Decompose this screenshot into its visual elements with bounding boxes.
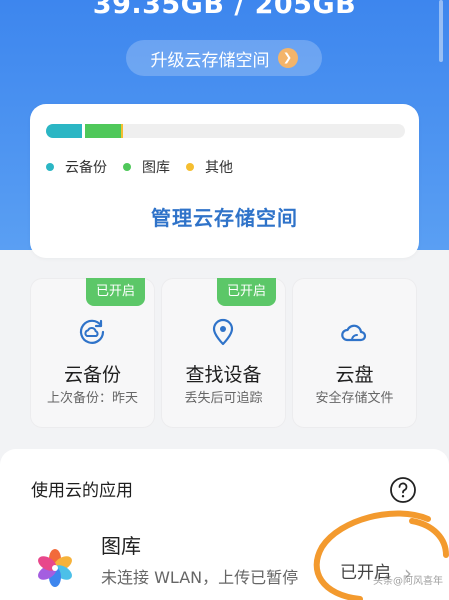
legend-label-gallery: 图库	[142, 160, 170, 176]
upgrade-storage-button[interactable]: 升级云存储空间 ❯	[126, 40, 322, 76]
chevron-right-icon: ›	[404, 561, 412, 585]
service-title: 云盘	[335, 364, 374, 386]
legend-item-gallery: 图库	[123, 157, 170, 177]
service-subtitle: 丢失后可追踪	[184, 391, 263, 406]
app-description: 未连接 WLAN，上传已暂停	[101, 568, 299, 587]
legend-item-other: 其他	[186, 157, 233, 177]
legend-dot-gallery	[123, 163, 131, 171]
storage-legend: 云备份 图库 其他	[46, 156, 233, 178]
storage-card: 云备份 图库 其他 管理云存储空间	[30, 104, 419, 258]
cloud-drive-icon	[341, 324, 367, 342]
chevron-right-icon: ❯	[277, 48, 298, 68]
service-badge-enabled: 已开启	[217, 278, 276, 306]
manage-storage-link[interactable]: 管理云存储空间	[30, 204, 419, 232]
usage-segment-backup	[46, 124, 82, 138]
legend-dot-backup	[46, 163, 54, 171]
legend-label-backup: 云备份	[65, 160, 107, 176]
app-title: 图库	[101, 534, 141, 558]
app-status: 已开启	[340, 563, 391, 583]
storage-usage-text: 39.35GB / 205GB	[92, 0, 357, 20]
legend-label-other: 其他	[205, 160, 233, 176]
section-title: 使用云的应用	[31, 481, 133, 501]
service-title: 云备份	[63, 364, 121, 386]
service-subtitle: 安全存储文件	[315, 391, 394, 406]
service-title: 查找设备	[185, 364, 262, 386]
service-badge-enabled: 已开启	[86, 278, 145, 306]
usage-segment-gallery	[84, 124, 121, 138]
help-icon[interactable]	[389, 476, 417, 504]
usage-segment-other	[120, 124, 123, 138]
service-subtitle: 上次备份：昨天	[46, 391, 138, 406]
gallery-pinwheel-icon	[38, 549, 72, 587]
legend-item-backup: 云备份	[46, 157, 107, 177]
service-card-find-device[interactable]: 已开启 查找设备 丢失后可追踪	[161, 278, 286, 428]
location-pin-icon	[212, 318, 234, 346]
cloud-backup-icon	[79, 319, 105, 344]
service-card-cloud-drive[interactable]: 云盘 安全存储文件	[292, 278, 417, 428]
storage-usage-bar	[46, 124, 405, 138]
upgrade-storage-label: 升级云存储空间	[150, 50, 270, 71]
service-card-cloud-backup[interactable]: 已开启 云备份 上次备份：昨天	[30, 278, 155, 428]
cloud-apps-panel: 使用云的应用 图库 未连接 WLAN，上传已暂停 已开启 ›	[0, 449, 449, 600]
legend-dot-other	[186, 163, 194, 171]
